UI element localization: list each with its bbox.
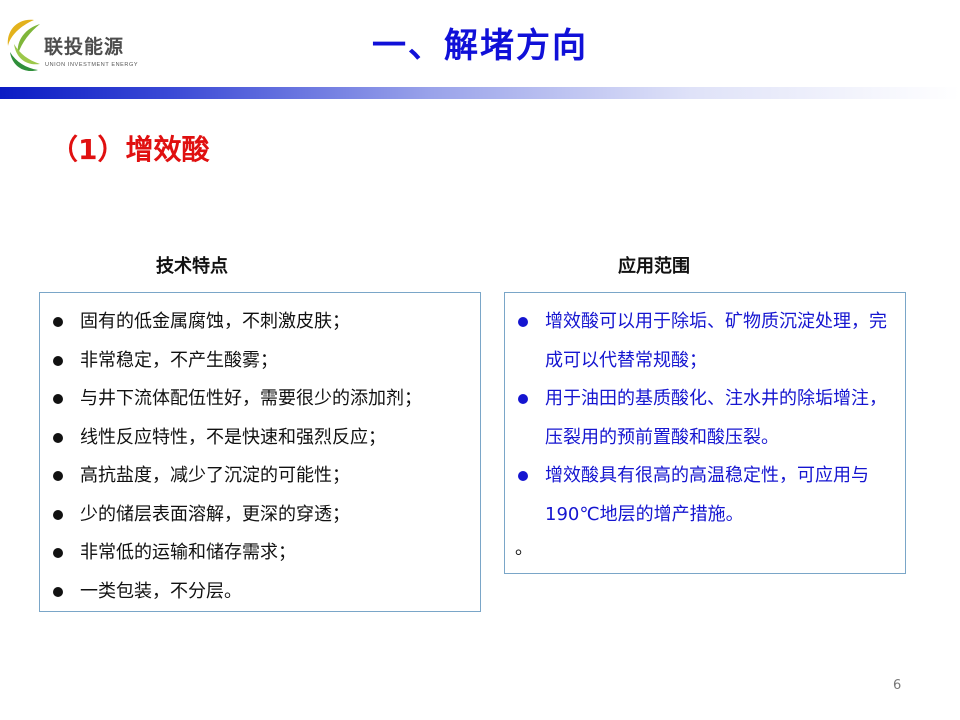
feature-text: 一类包装，不分层。 bbox=[80, 580, 242, 602]
list-item: 线性反应特性，不是快速和强烈反应； bbox=[48, 419, 480, 458]
bullet-icon bbox=[53, 394, 63, 404]
bullet-icon bbox=[53, 355, 63, 366]
right-column-heading: 应用范围 bbox=[618, 256, 690, 277]
header-gradient-bar bbox=[0, 87, 960, 99]
list-item: 非常低的运输和储存需求； bbox=[48, 534, 480, 573]
application-text: 增效酸可以用于除垢、矿物质沉淀处理，完成可以代替常规酸； bbox=[545, 311, 887, 371]
features-box: 固有的低金属腐蚀，不刺激皮肤； 非常稳定，不产生酸雾； 与井下流体配伍性好，需要… bbox=[39, 292, 481, 612]
applications-list: 增效酸可以用于除垢、矿物质沉淀处理，完成可以代替常规酸； 用于油田的基质酸化、注… bbox=[513, 303, 905, 534]
feature-text: 非常稳定，不产生酸雾； bbox=[80, 349, 278, 371]
list-item: 少的储层表面溶解，更深的穿透； bbox=[48, 496, 480, 535]
list-item: 高抗盐度，减少了沉淀的可能性； bbox=[48, 457, 480, 496]
feature-text: 非常低的运输和储存需求； bbox=[80, 542, 296, 563]
bullet-icon bbox=[53, 586, 63, 597]
section-title: （1）增效酸 bbox=[50, 133, 210, 166]
left-column-heading: 技术特点 bbox=[156, 256, 228, 277]
list-item: 增效酸具有很高的高温稳定性，可应用与190℃地层的增产措施。 bbox=[513, 457, 905, 534]
bullet-icon bbox=[518, 394, 528, 404]
feature-text: 固有的低金属腐蚀，不刺激皮肤； bbox=[80, 311, 350, 332]
application-text: 用于油田的基质酸化、注水井的除垢增注，压裂用的预前置酸和酸压裂。 bbox=[545, 388, 887, 448]
bullet-icon bbox=[53, 471, 63, 481]
list-item: 非常稳定，不产生酸雾； bbox=[48, 342, 480, 381]
feature-text: 少的储层表面溶解，更深的穿透； bbox=[80, 503, 350, 525]
bullet-icon bbox=[53, 548, 63, 558]
trailing-punctuation: 。 bbox=[515, 538, 533, 559]
features-list: 固有的低金属腐蚀，不刺激皮肤； 非常稳定，不产生酸雾； 与井下流体配伍性好，需要… bbox=[48, 303, 480, 611]
list-item: 用于油田的基质酸化、注水井的除垢增注，压裂用的预前置酸和酸压裂。 bbox=[513, 380, 905, 457]
bullet-icon bbox=[518, 471, 528, 481]
page-title: 一、解堵方向 bbox=[372, 26, 588, 66]
feature-text: 线性反应特性，不是快速和强烈反应； bbox=[80, 426, 386, 448]
bullet-icon bbox=[53, 317, 63, 327]
list-item: 增效酸可以用于除垢、矿物质沉淀处理，完成可以代替常规酸； bbox=[513, 303, 905, 380]
page-number: 6 bbox=[893, 678, 902, 693]
bullet-icon bbox=[518, 317, 528, 327]
list-item: 一类包装，不分层。 bbox=[48, 573, 480, 612]
feature-text: 与井下流体配伍性好，需要很少的添加剂； bbox=[80, 388, 422, 409]
feature-text: 高抗盐度，减少了沉淀的可能性； bbox=[80, 465, 350, 486]
list-item: 固有的低金属腐蚀，不刺激皮肤； bbox=[48, 303, 480, 342]
applications-box: 增效酸可以用于除垢、矿物质沉淀处理，完成可以代替常规酸； 用于油田的基质酸化、注… bbox=[504, 292, 906, 574]
application-text: 增效酸具有很高的高温稳定性，可应用与190℃地层的增产措施。 bbox=[545, 465, 869, 525]
list-item: 与井下流体配伍性好，需要很少的添加剂； bbox=[48, 380, 480, 419]
bullet-icon bbox=[53, 432, 63, 443]
bullet-icon bbox=[53, 509, 63, 520]
